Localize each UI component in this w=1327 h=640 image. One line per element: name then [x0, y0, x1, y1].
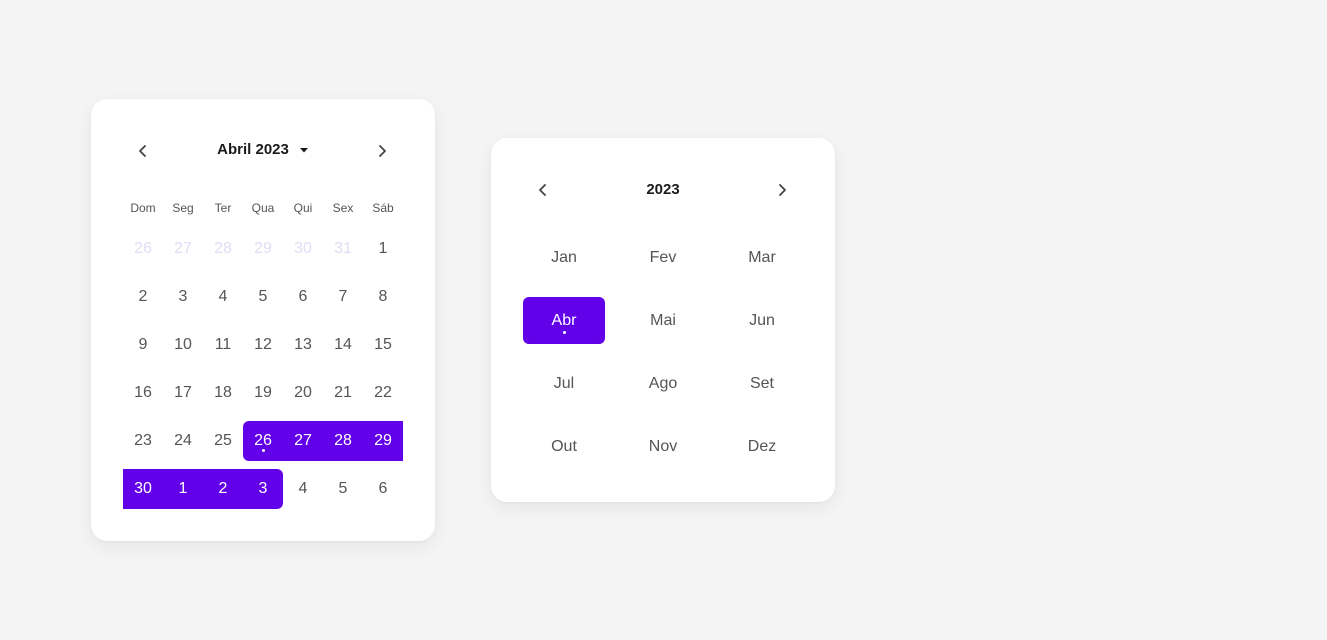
day-cell[interactable]: 10: [163, 325, 203, 365]
day-cell-in-range[interactable]: 2: [203, 469, 243, 509]
month-cell[interactable]: Out: [523, 423, 605, 470]
month-cell[interactable]: Mai: [622, 297, 704, 344]
day-cell[interactable]: 15: [363, 325, 403, 365]
day-cell[interactable]: 5: [323, 469, 363, 509]
day-cell-outside-month[interactable]: 29: [243, 229, 283, 269]
day-cell[interactable]: 7: [323, 277, 363, 317]
day-cell-outside-month[interactable]: 26: [123, 229, 163, 269]
chevron-right-icon: [779, 184, 786, 196]
day-grid: 26 27 28 29 30 31 1 2 3 4 5 6 7 8 9 10 11 12 13 14 15 16 17 18 1…: [123, 229, 403, 509]
month-cell[interactable]: Jan: [523, 234, 605, 281]
day-cell[interactable]: 19: [243, 373, 283, 413]
month-cell[interactable]: Dez: [721, 423, 803, 470]
weekday-label: Sáb: [372, 201, 394, 215]
weekday-label: Seg: [172, 201, 194, 215]
month-cell[interactable]: Mar: [721, 234, 803, 281]
day-cell[interactable]: 24: [163, 421, 203, 461]
day-cell[interactable]: 11: [203, 325, 243, 365]
day-cell[interactable]: 9: [123, 325, 163, 365]
day-cell-outside-month[interactable]: 31: [323, 229, 363, 269]
day-cell[interactable]: 5: [243, 277, 283, 317]
day-cell-outside-month[interactable]: 28: [203, 229, 243, 269]
day-cell[interactable]: 6: [363, 469, 403, 509]
day-cell-in-range[interactable]: 30: [123, 469, 163, 509]
day-cell[interactable]: 3: [163, 277, 203, 317]
day-cell[interactable]: 12: [243, 325, 283, 365]
month-cell[interactable]: Fev: [622, 234, 704, 281]
day-cell[interactable]: 25: [203, 421, 243, 461]
month-cell-selected[interactable]: Abr: [523, 297, 605, 344]
weekday-label: Qua: [251, 201, 275, 215]
day-cell[interactable]: 1: [363, 229, 403, 269]
day-cell-in-range[interactable]: 29: [363, 421, 403, 461]
month-cell[interactable]: Jun: [721, 297, 803, 344]
day-cell-in-range[interactable]: 28: [323, 421, 363, 461]
next-year-button[interactable]: [770, 178, 794, 202]
month-cell[interactable]: Nov: [622, 423, 704, 470]
day-cell[interactable]: 14: [323, 325, 363, 365]
weekday-label: Ter: [214, 201, 232, 215]
weekday-header: Dom Seg Ter Qua Qui Sex Sáb: [123, 201, 403, 215]
day-cell[interactable]: 23: [123, 421, 163, 461]
day-cell-in-range[interactable]: 1: [163, 469, 203, 509]
caret-down-icon: [299, 148, 308, 153]
date-range-calendar: Abril 2023 Dom Seg Ter Qua Qui Sex Sáb 26 27 28 2…: [91, 99, 435, 541]
day-cell[interactable]: 4: [203, 277, 243, 317]
day-cell-outside-month[interactable]: 27: [163, 229, 203, 269]
day-cell-in-range[interactable]: 26: [243, 421, 283, 461]
month-picker: 2023 Jan Fev Mar Abr Mai Jun Jul Ago Set Out Nov De…: [491, 138, 835, 502]
day-cell[interactable]: 13: [283, 325, 323, 365]
weekday-label: Sex: [332, 201, 354, 215]
day-cell-in-range[interactable]: 3: [243, 469, 283, 509]
month-cell[interactable]: Set: [721, 360, 803, 407]
month-cell[interactable]: Ago: [622, 360, 704, 407]
calendar-title: Abril 2023: [217, 141, 289, 158]
weekday-label: Qui: [293, 201, 313, 215]
day-cell[interactable]: 22: [363, 373, 403, 413]
next-month-button[interactable]: [370, 139, 394, 163]
day-cell[interactable]: 16: [123, 373, 163, 413]
day-cell[interactable]: 4: [283, 469, 323, 509]
day-cell[interactable]: 2: [123, 277, 163, 317]
day-cell[interactable]: 20: [283, 373, 323, 413]
day-cell[interactable]: 21: [323, 373, 363, 413]
day-cell[interactable]: 8: [363, 277, 403, 317]
chevron-right-icon: [379, 145, 386, 157]
weekday-label: Dom: [130, 201, 156, 215]
day-cell[interactable]: 17: [163, 373, 203, 413]
day-cell[interactable]: 6: [283, 277, 323, 317]
day-cell-outside-month[interactable]: 30: [283, 229, 323, 269]
month-cell[interactable]: Jul: [523, 360, 605, 407]
month-grid: Jan Fev Mar Abr Mai Jun Jul Ago Set Out Nov Dez: [523, 234, 803, 470]
day-cell[interactable]: 18: [203, 373, 243, 413]
day-cell-in-range[interactable]: 27: [283, 421, 323, 461]
